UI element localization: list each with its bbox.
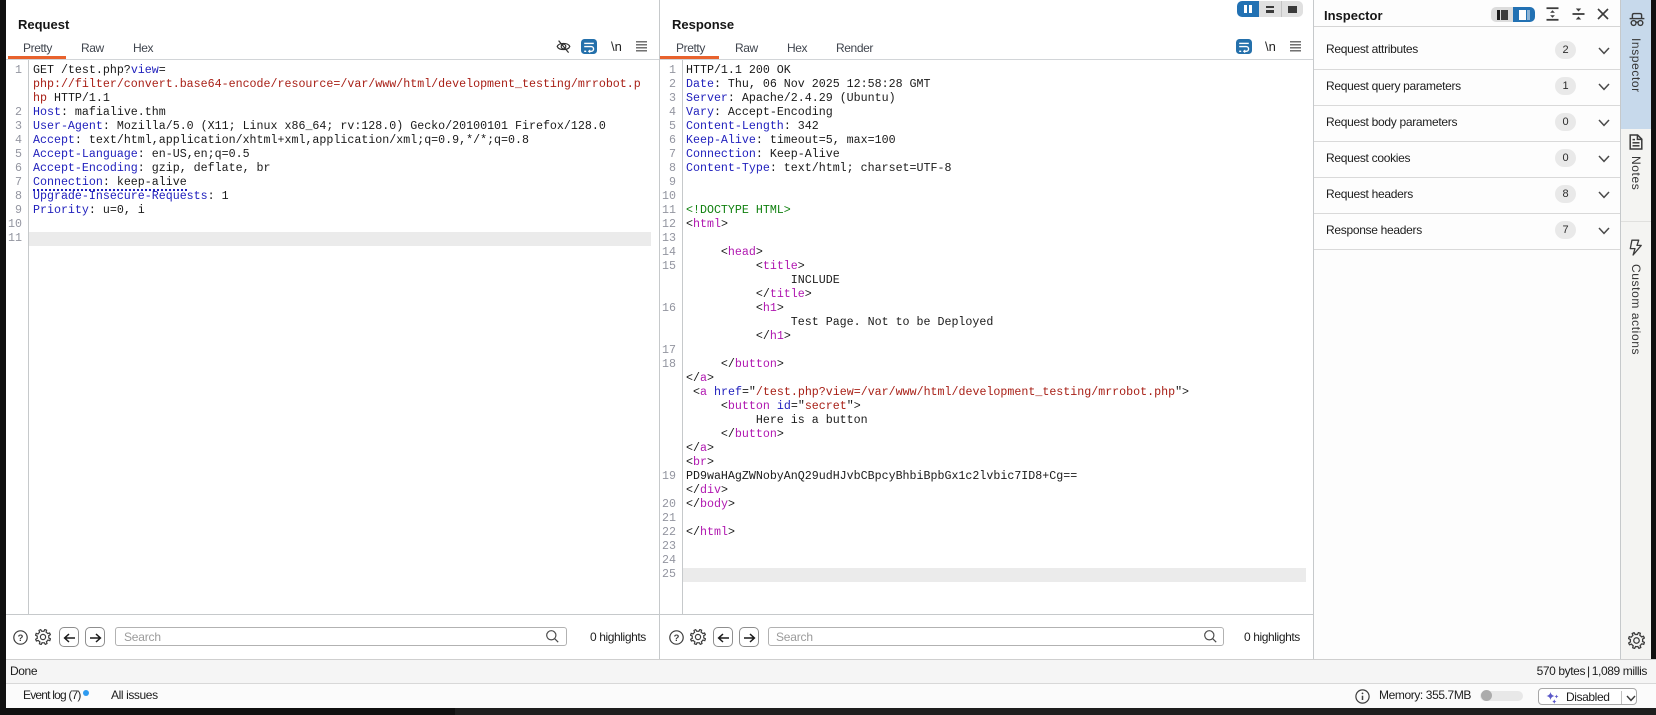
svg-text:?: ? [674, 633, 680, 644]
svg-text:?: ? [18, 633, 24, 644]
